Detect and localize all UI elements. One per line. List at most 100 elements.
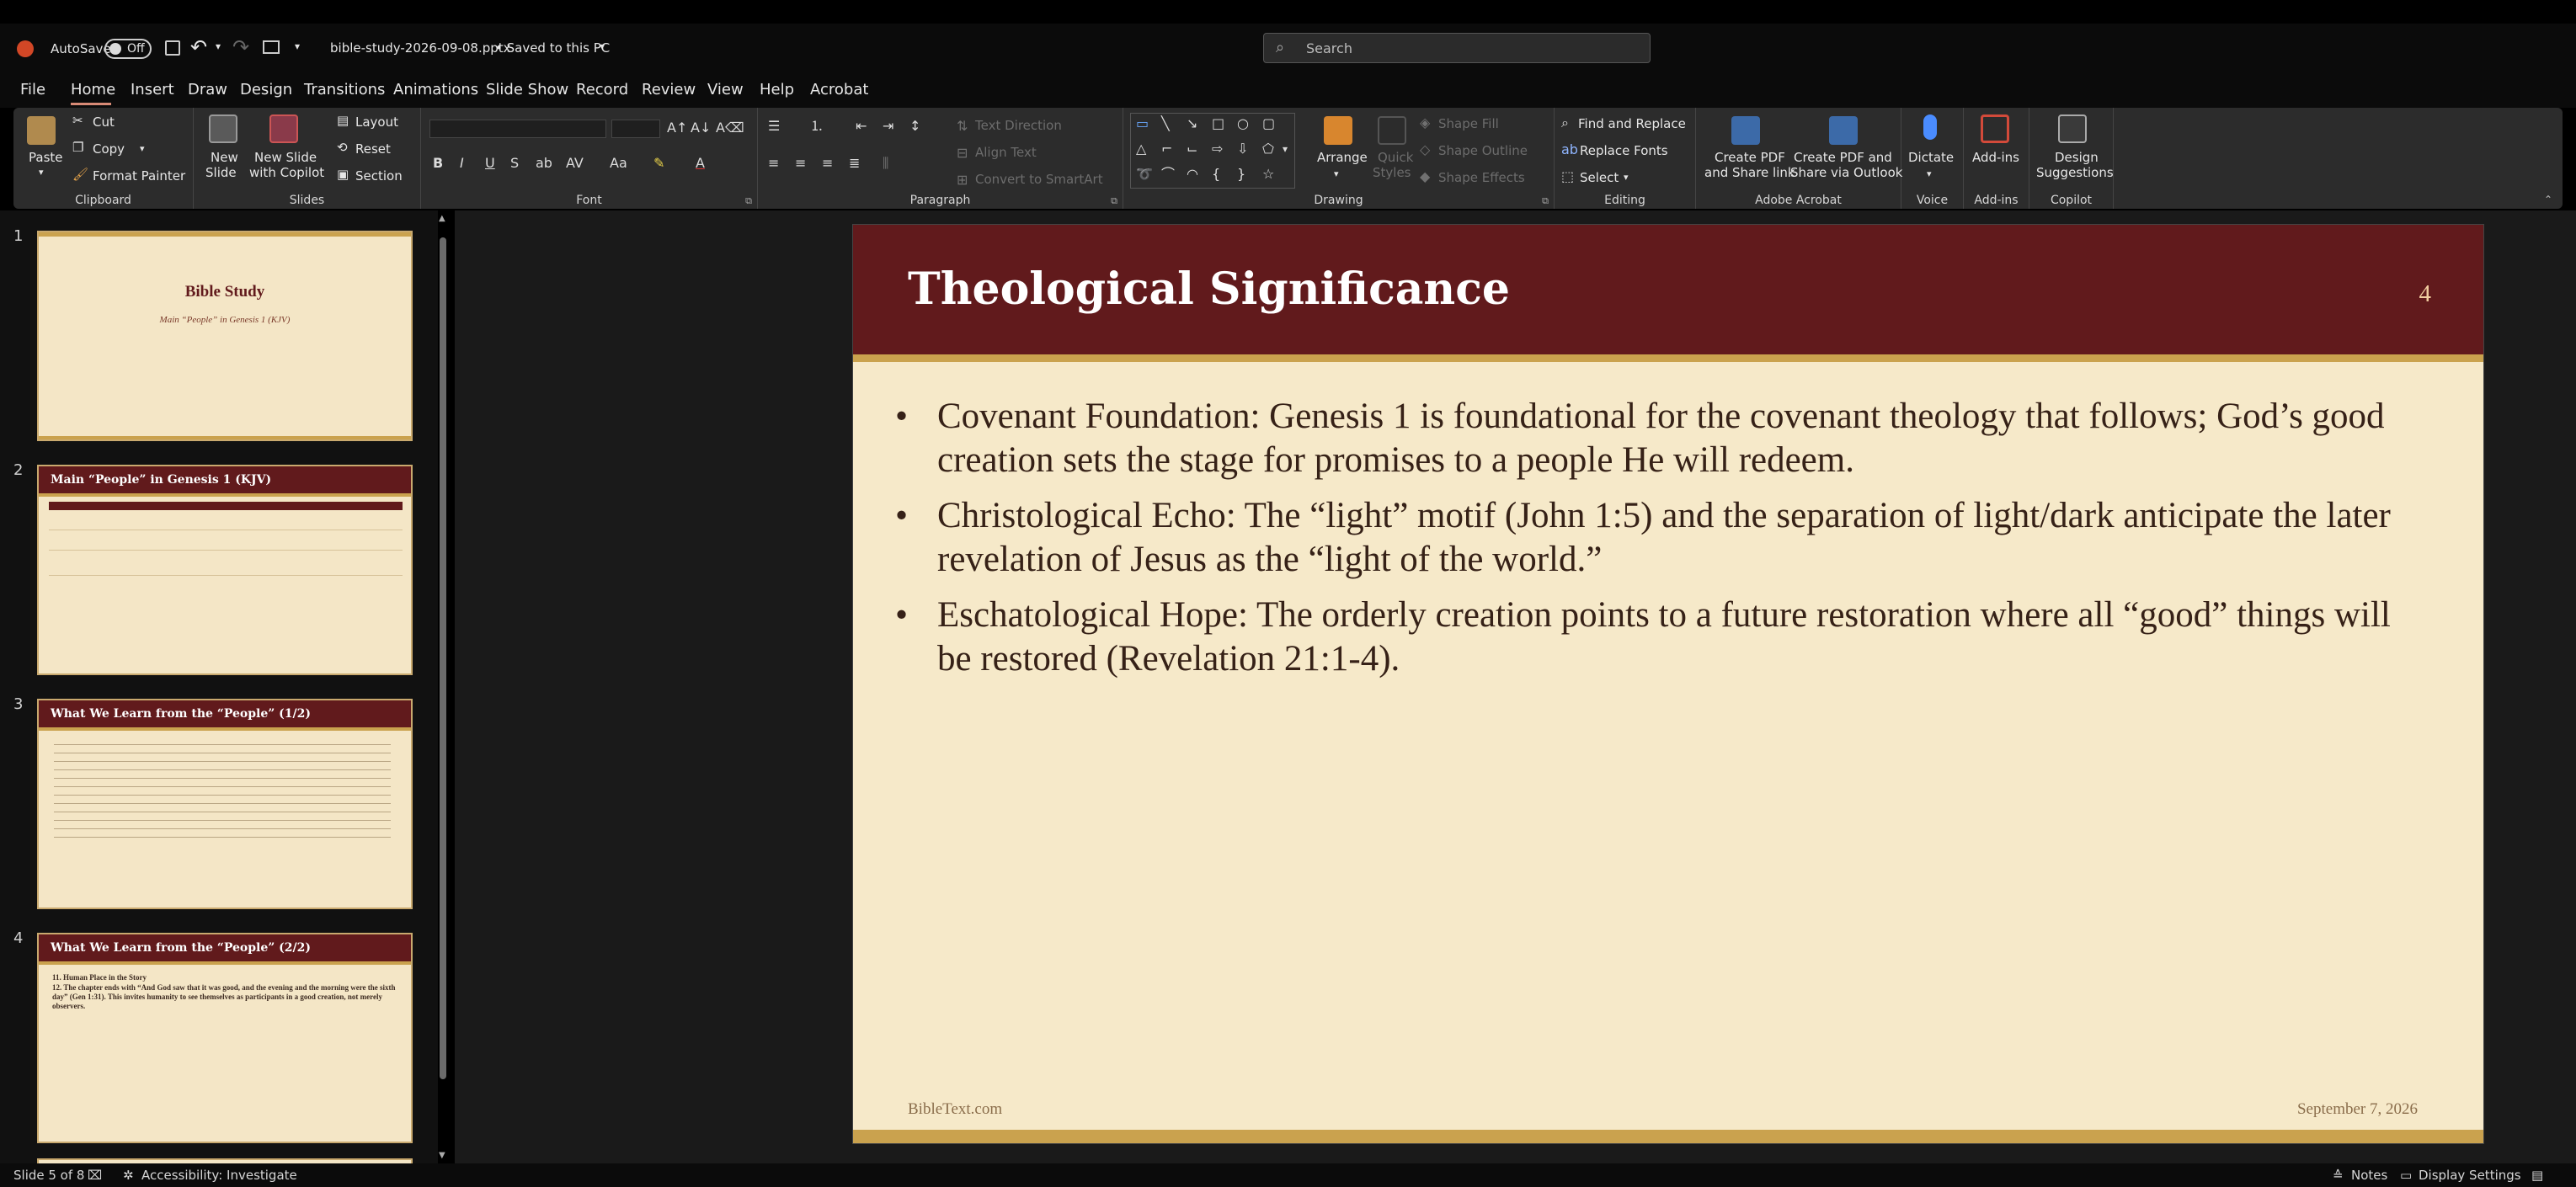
tab-help[interactable]: Help bbox=[760, 81, 794, 98]
right-brace-shape-icon[interactable]: } bbox=[1237, 166, 1245, 183]
undo-dropdown-icon[interactable]: ▾ bbox=[216, 40, 221, 52]
clear-formatting-icon[interactable]: A⌫ bbox=[716, 120, 744, 136]
design-suggestions-button[interactable]: Design bbox=[2055, 150, 2099, 165]
section-button[interactable]: Section bbox=[355, 168, 403, 184]
convert-smartart-button[interactable]: Convert to SmartArt bbox=[975, 172, 1103, 187]
slide-thumbnail-1[interactable]: Bible Study Main “People” in Genesis 1 (… bbox=[37, 231, 413, 441]
strikethrough-icon[interactable]: S bbox=[510, 155, 519, 172]
connector-shape-icon[interactable]: ⌐ bbox=[1161, 141, 1172, 157]
line-shape-icon[interactable]: ╲ bbox=[1161, 115, 1170, 132]
elbow-connector-shape-icon[interactable]: ⌙ bbox=[1187, 141, 1197, 157]
rectangle-shape-icon[interactable]: □ bbox=[1212, 115, 1224, 132]
numbering-icon[interactable]: ⒈ bbox=[810, 118, 824, 135]
design-suggestions-button-line2[interactable]: Suggestions bbox=[2036, 165, 2114, 180]
tab-record[interactable]: Record bbox=[576, 81, 628, 98]
cut-button[interactable]: Cut bbox=[93, 114, 115, 130]
scroll-up-icon[interactable]: ▲ bbox=[439, 214, 445, 223]
normal-view-icon[interactable]: ▤ bbox=[2531, 1168, 2543, 1183]
tab-slide-show[interactable]: Slide Show bbox=[486, 81, 568, 98]
current-slide[interactable]: Theological Significance 4 • Covenant Fou… bbox=[853, 225, 2483, 1143]
slide-title[interactable]: Theological Significance bbox=[908, 263, 1510, 315]
tab-transitions[interactable]: Transitions bbox=[304, 81, 385, 98]
spelling-icon[interactable]: ⌧ bbox=[88, 1168, 102, 1183]
copy-dropdown-icon[interactable]: ▾ bbox=[140, 141, 145, 157]
bullet-item[interactable]: • Covenant Foundation: Genesis 1 is found… bbox=[895, 395, 2419, 482]
create-pdf-outlook-button-line2[interactable]: Share via Outlook bbox=[1790, 165, 1902, 180]
slide-thumbnail-2[interactable]: Main “People” in Genesis 1 (KJV) bbox=[37, 465, 413, 675]
align-text-button[interactable]: Align Text bbox=[975, 145, 1037, 160]
scroll-down-icon[interactable]: ▼ bbox=[439, 1151, 445, 1160]
justify-icon[interactable]: ≣ bbox=[849, 155, 860, 172]
font-dialog-launcher-icon[interactable]: ⧉ bbox=[745, 195, 752, 207]
present-icon[interactable] bbox=[263, 40, 280, 54]
replace-fonts-button[interactable]: Replace Fonts bbox=[1580, 143, 1668, 158]
font-name-box[interactable] bbox=[429, 120, 606, 138]
search-box[interactable]: ⌕ Search bbox=[1263, 33, 1651, 63]
shape-outline-button[interactable]: Shape Outline bbox=[1438, 143, 1528, 158]
align-left-icon[interactable]: ≡ bbox=[768, 155, 779, 172]
new-slide-copilot-button[interactable]: New Slide bbox=[254, 150, 317, 165]
scrollbar-thumb[interactable] bbox=[440, 237, 446, 1079]
change-case-icon[interactable]: Aa bbox=[610, 155, 627, 172]
rounded-rect-shape-icon[interactable]: ▢ bbox=[1262, 115, 1275, 132]
tab-home[interactable]: Home bbox=[71, 81, 115, 98]
autosave-toggle[interactable]: Off bbox=[104, 39, 152, 59]
shape-effects-button[interactable]: Shape Effects bbox=[1438, 170, 1525, 185]
columns-icon[interactable]: ⫼ bbox=[883, 155, 888, 172]
create-pdf-outlook-button[interactable]: Create PDF and bbox=[1794, 150, 1892, 165]
left-brace-shape-icon[interactable]: { bbox=[1212, 166, 1220, 183]
tab-insert[interactable]: Insert bbox=[131, 81, 174, 98]
bullets-icon[interactable]: ☰ bbox=[768, 118, 780, 135]
file-name[interactable]: bible-study-2026-09-08.pptx bbox=[330, 40, 511, 56]
shapes-gallery[interactable]: ▭ ╲ ↘ □ ○ ▢ △ ⌐ ⌙ ⇨ ⇩ ⬠ ➰ ⌒ ◠ { } ☆ ▾ bbox=[1130, 113, 1295, 189]
save-status[interactable]: • Saved to this PC bbox=[495, 40, 610, 56]
reset-button[interactable]: Reset bbox=[355, 141, 391, 157]
textbox-shape-icon[interactable]: ▭ bbox=[1136, 115, 1149, 132]
freeform-shape-icon[interactable]: ➰ bbox=[1136, 166, 1153, 183]
slide-thumbnail-3[interactable]: What We Learn from the “People” (1/2) bbox=[37, 699, 413, 909]
shapes-more-icon[interactable]: ▾ bbox=[1283, 141, 1288, 157]
right-arrow-shape-icon[interactable]: ⇨ bbox=[1212, 141, 1223, 157]
select-button[interactable]: Select bbox=[1580, 170, 1619, 185]
find-replace-button[interactable]: Find and Replace bbox=[1578, 116, 1686, 131]
tab-acrobat[interactable]: Acrobat bbox=[810, 81, 868, 98]
highlight-icon[interactable]: ✎ bbox=[653, 155, 664, 172]
tab-file[interactable]: File bbox=[20, 81, 45, 98]
drawing-dialog-launcher-icon[interactable]: ⧉ bbox=[1542, 195, 1549, 207]
undo-icon[interactable]: ↶ bbox=[190, 35, 207, 59]
customize-qat-icon[interactable]: ▾ bbox=[295, 40, 300, 52]
tab-draw[interactable]: Draw bbox=[188, 81, 227, 98]
bullet-item[interactable]: • Christological Echo: The “light” motif … bbox=[895, 494, 2419, 582]
shadow-icon[interactable]: ab bbox=[536, 155, 552, 172]
dictate-button[interactable]: Dictate bbox=[1908, 150, 1954, 165]
line-spacing-icon[interactable]: ↕ bbox=[909, 118, 920, 135]
font-size-box[interactable] bbox=[611, 120, 660, 138]
bold-icon[interactable]: B bbox=[433, 155, 443, 172]
oval-shape-icon[interactable]: ○ bbox=[1237, 115, 1249, 132]
arc-shape-icon[interactable]: ◠ bbox=[1187, 166, 1198, 183]
italic-icon[interactable]: I bbox=[460, 155, 464, 172]
select-dropdown-icon[interactable]: ▾ bbox=[1624, 170, 1629, 185]
slide-thumbnail-4[interactable]: What We Learn from the “People” (2/2) 11… bbox=[37, 933, 413, 1143]
new-slide-copilot-button-line2[interactable]: with Copilot bbox=[249, 165, 324, 180]
paste-button[interactable]: Paste bbox=[29, 150, 63, 165]
addins-button[interactable]: Add-ins bbox=[1972, 150, 2019, 165]
copy-button[interactable]: Copy bbox=[93, 141, 125, 157]
thumbnail-scrollbar[interactable]: ▲ ▼ bbox=[438, 214, 448, 1160]
tab-animations[interactable]: Animations bbox=[393, 81, 478, 98]
decrease-indent-icon[interactable]: ⇤ bbox=[856, 118, 867, 135]
create-pdf-share-button[interactable]: Create PDF bbox=[1715, 150, 1785, 165]
tab-view[interactable]: View bbox=[707, 81, 744, 98]
increase-indent-icon[interactable]: ⇥ bbox=[883, 118, 893, 135]
paragraph-dialog-launcher-icon[interactable]: ⧉ bbox=[1111, 195, 1117, 207]
paste-dropdown-icon[interactable]: ▾ bbox=[39, 165, 44, 180]
quick-styles-button-line2[interactable]: Styles bbox=[1373, 165, 1411, 180]
ribbon-collapse-icon[interactable]: ⌃ bbox=[2544, 194, 2552, 205]
font-color-icon[interactable]: A bbox=[696, 155, 705, 172]
notes-button[interactable]: Notes bbox=[2351, 1168, 2387, 1183]
arrange-button[interactable]: Arrange bbox=[1317, 150, 1368, 165]
arrow-line-shape-icon[interactable]: ↘ bbox=[1187, 115, 1197, 132]
new-slide-button-line2[interactable]: Slide bbox=[205, 165, 237, 180]
star-shape-icon[interactable]: ☆ bbox=[1262, 166, 1274, 183]
file-menu-chevron-icon[interactable]: ▾ bbox=[600, 40, 605, 52]
